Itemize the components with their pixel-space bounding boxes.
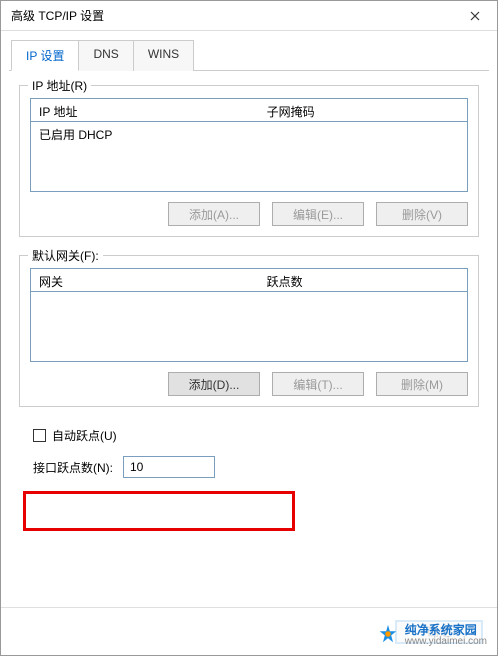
interface-metric-input[interactable] bbox=[123, 456, 215, 478]
ip-add-button[interactable]: 添加(A)... bbox=[168, 202, 260, 226]
watermark: 纯净系统家园 www.yidaimei.com bbox=[373, 619, 491, 649]
ip-remove-button: 删除(V) bbox=[376, 202, 468, 226]
ip-button-row: 添加(A)... 编辑(E)... 删除(V) bbox=[30, 202, 468, 226]
ip-edit-button: 编辑(E)... bbox=[272, 202, 364, 226]
close-button[interactable] bbox=[453, 1, 497, 31]
auto-metric-row: 自动跃点(U) bbox=[29, 425, 469, 452]
titlebar: 高级 TCP/IP 设置 bbox=[1, 1, 497, 31]
tab-panel-ip: IP 地址(R) IP 地址 子网掩码 已启用 DHCP 添加(A)... 编辑… bbox=[9, 71, 489, 502]
col-metric: 跃点数 bbox=[259, 269, 467, 291]
watermark-text: 纯净系统家园 www.yidaimei.com bbox=[405, 621, 487, 647]
col-gateway: 网关 bbox=[31, 269, 259, 291]
gateway-edit-button: 编辑(T)... bbox=[272, 372, 364, 396]
close-icon bbox=[470, 11, 480, 21]
group-gateway-title: 默认网关(F): bbox=[28, 247, 103, 264]
gateway-list-body[interactable] bbox=[30, 292, 468, 362]
watermark-url: www.yidaimei.com bbox=[405, 636, 487, 647]
interface-metric-row: 接口跃点数(N): bbox=[29, 452, 469, 482]
auto-metric-checkbox[interactable] bbox=[33, 429, 46, 442]
watermark-name: 纯净系统家园 bbox=[405, 623, 477, 637]
ip-list-header: IP 地址 子网掩码 bbox=[30, 98, 468, 122]
tab-ip-settings[interactable]: IP 设置 bbox=[11, 40, 79, 71]
auto-metric-label: 自动跃点(U) bbox=[52, 427, 117, 444]
col-ip-address: IP 地址 bbox=[31, 99, 259, 121]
auto-metric-section: 自动跃点(U) 接口跃点数(N): bbox=[29, 425, 469, 482]
tab-dns[interactable]: DNS bbox=[79, 40, 133, 71]
group-ip-title: IP 地址(R) bbox=[28, 77, 91, 94]
window-title: 高级 TCP/IP 设置 bbox=[11, 7, 104, 24]
watermark-logo-icon bbox=[377, 623, 399, 645]
dialog-window: 高级 TCP/IP 设置 IP 设置 DNS WINS IP 地址(R) IP … bbox=[0, 0, 498, 656]
interface-metric-label: 接口跃点数(N): bbox=[33, 459, 113, 476]
col-subnet-mask: 子网掩码 bbox=[259, 99, 467, 121]
gateway-add-button[interactable]: 添加(D)... bbox=[168, 372, 260, 396]
group-gateways: 默认网关(F): 网关 跃点数 添加(D)... 编辑(T)... 删除(M) bbox=[19, 255, 479, 407]
gateway-button-row: 添加(D)... 编辑(T)... 删除(M) bbox=[30, 372, 468, 396]
gateway-list-header: 网关 跃点数 bbox=[30, 268, 468, 292]
group-ip-addresses: IP 地址(R) IP 地址 子网掩码 已启用 DHCP 添加(A)... 编辑… bbox=[19, 85, 479, 237]
tab-wins[interactable]: WINS bbox=[134, 40, 194, 71]
dialog-content: IP 设置 DNS WINS IP 地址(R) IP 地址 子网掩码 已启用 D… bbox=[1, 31, 497, 655]
tab-strip: IP 设置 DNS WINS bbox=[9, 39, 489, 71]
gateway-remove-button: 删除(M) bbox=[376, 372, 468, 396]
ip-list-body[interactable]: 已启用 DHCP bbox=[30, 122, 468, 192]
ip-list-row[interactable]: 已启用 DHCP bbox=[39, 126, 459, 143]
